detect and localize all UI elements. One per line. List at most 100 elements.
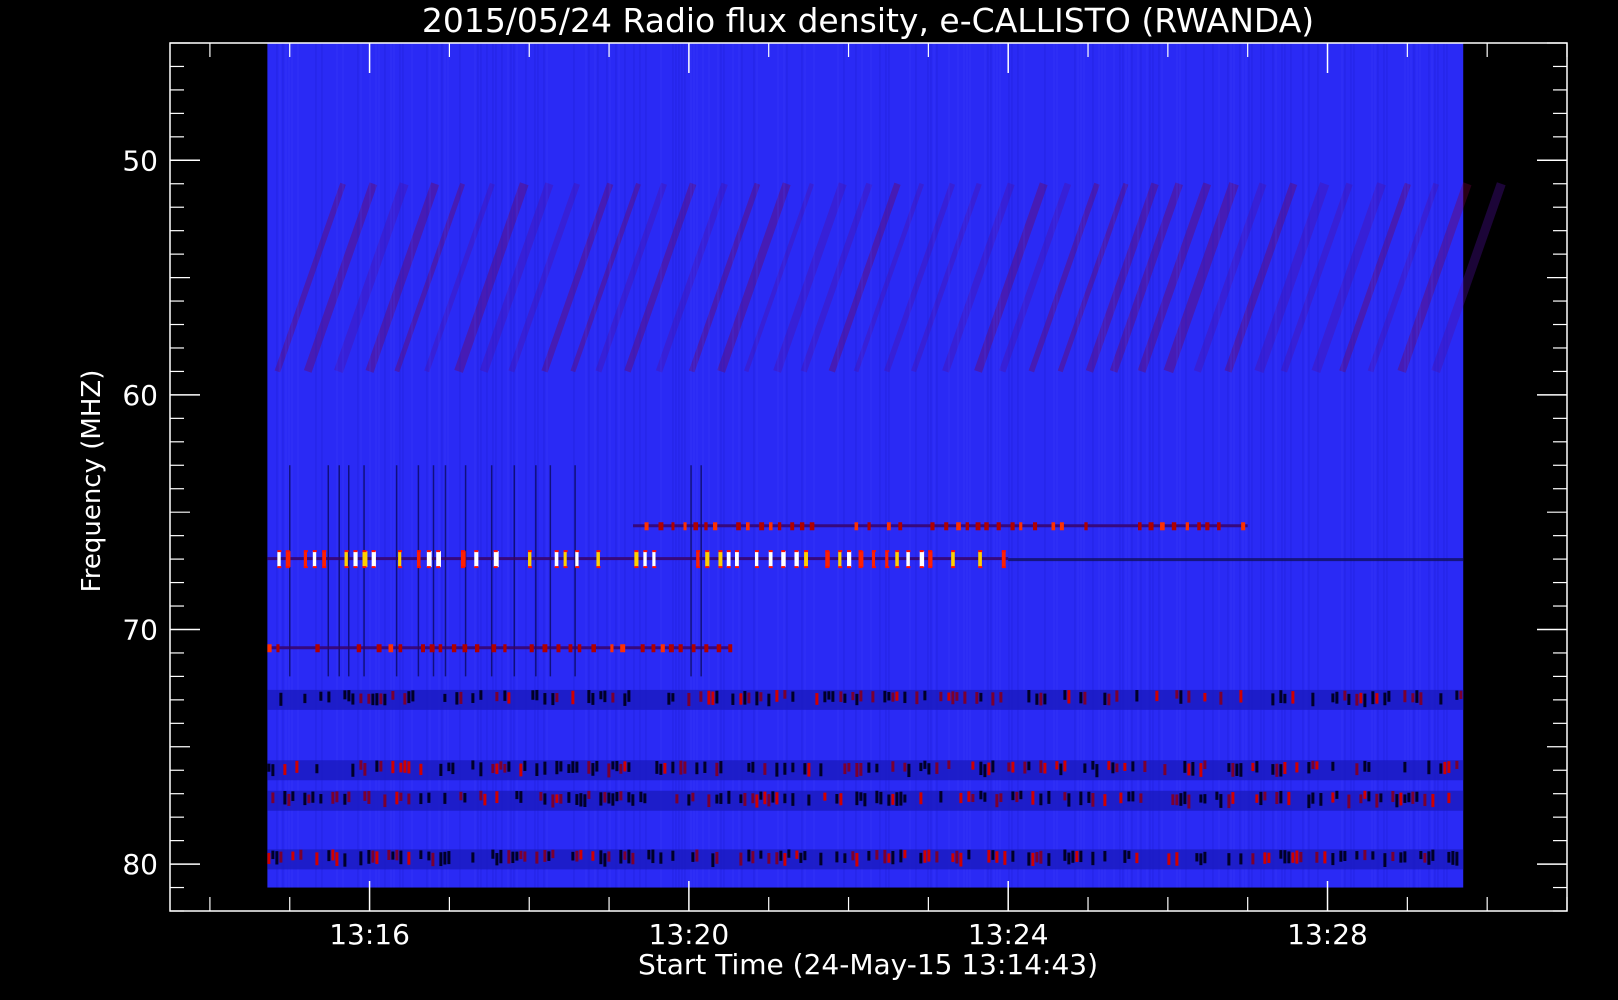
noise-cell — [1231, 762, 1235, 777]
noise-cell — [1263, 852, 1267, 864]
band-segment — [462, 644, 468, 653]
noise-cell — [923, 850, 927, 863]
noise-cell — [907, 763, 911, 778]
noise-cell — [1439, 763, 1443, 774]
noise-cell — [1335, 790, 1339, 799]
noise-cell — [875, 790, 879, 804]
noise-cell — [483, 793, 487, 806]
noise-cell — [1015, 791, 1019, 803]
band-segment — [398, 644, 403, 653]
noise-cell — [627, 690, 631, 702]
noise-cell — [1183, 791, 1187, 805]
noise-cell — [755, 794, 759, 808]
band-segment — [312, 551, 317, 568]
noise-cell — [1323, 851, 1327, 864]
noise-cell — [1419, 851, 1423, 860]
noise-cell — [447, 762, 451, 772]
noise-cell — [1279, 690, 1283, 704]
noise-cell — [311, 791, 315, 803]
band-segment — [671, 522, 675, 531]
noise-cell — [1083, 691, 1087, 705]
band-edge — [426, 550, 431, 553]
noise-cell — [407, 793, 411, 805]
noise-cell — [607, 763, 611, 778]
noise-cell — [1251, 853, 1255, 865]
noise-cell — [1011, 850, 1015, 862]
noise-cell — [751, 761, 755, 773]
noise-cell — [555, 760, 559, 775]
noise-cell — [851, 691, 855, 701]
noise-cell — [991, 760, 995, 773]
noise-cell — [1459, 690, 1463, 699]
noise-cell — [555, 794, 559, 803]
noise-cell — [891, 850, 895, 865]
noise-cell — [847, 762, 851, 772]
noise-cell — [567, 792, 571, 803]
band-segment — [644, 522, 649, 531]
noise-cell — [855, 763, 859, 777]
band-segment — [554, 551, 559, 568]
noise-cell — [1011, 791, 1015, 801]
noise-cell — [1259, 791, 1263, 806]
noise-cell — [807, 762, 811, 777]
noise-cell — [1175, 690, 1179, 699]
band-edge — [705, 550, 710, 553]
noise-cell — [267, 852, 271, 864]
noise-cell — [395, 849, 399, 861]
noise-cell — [1267, 852, 1271, 864]
band-segment — [1010, 522, 1015, 531]
noise-cell — [1391, 851, 1395, 862]
noise-cell — [867, 762, 871, 773]
noise-cell — [1043, 693, 1047, 705]
noise-cell — [335, 852, 339, 866]
noise-cell — [763, 763, 767, 775]
band-edge — [885, 566, 890, 569]
band-edge — [895, 566, 900, 569]
band-segment — [429, 644, 435, 653]
band-edge — [928, 550, 933, 553]
noise-cell — [1139, 793, 1143, 803]
noise-cell — [279, 692, 283, 706]
band-segment — [825, 551, 830, 568]
band-edge — [858, 550, 863, 553]
x-tick-label: 13:24 — [968, 918, 1049, 951]
x-tick-label: 13:28 — [1287, 918, 1368, 951]
noise-cell — [319, 794, 323, 804]
noise-cell — [975, 692, 979, 704]
noise-cell — [1287, 791, 1291, 806]
band-segment — [277, 551, 281, 568]
noise-cell — [1231, 792, 1235, 804]
noise-cell — [403, 760, 407, 773]
noise-cell — [1427, 851, 1431, 865]
noise-cell — [519, 763, 523, 777]
noise-cell — [719, 761, 723, 774]
noise-cell — [715, 794, 719, 804]
band-segment — [451, 644, 457, 653]
noise-cell — [1415, 791, 1419, 802]
noise-cell — [463, 793, 467, 803]
band-edge — [285, 550, 290, 553]
band-edge — [344, 550, 349, 553]
noise-cell — [751, 851, 755, 864]
noise-cell — [1011, 761, 1015, 773]
noise-cell — [1331, 792, 1335, 803]
noise-cell — [319, 691, 323, 701]
noise-cell — [367, 791, 371, 804]
noise-cell — [859, 792, 863, 801]
noise-cell — [539, 791, 543, 801]
noise-cell — [1331, 761, 1335, 771]
noise-cell — [1331, 853, 1335, 866]
noise-cell — [479, 762, 483, 777]
noise-cell — [1431, 849, 1435, 861]
noise-cell — [1283, 850, 1287, 864]
band-segment — [356, 644, 362, 653]
noise-cell — [599, 691, 603, 700]
noise-cell — [835, 794, 839, 804]
noise-cell — [427, 851, 431, 861]
noise-cell — [503, 690, 507, 701]
band-segment — [886, 522, 891, 531]
band-edge — [794, 550, 799, 553]
noise-cell — [1319, 793, 1323, 806]
band-segment — [906, 551, 910, 568]
noise-cell — [1331, 693, 1335, 703]
